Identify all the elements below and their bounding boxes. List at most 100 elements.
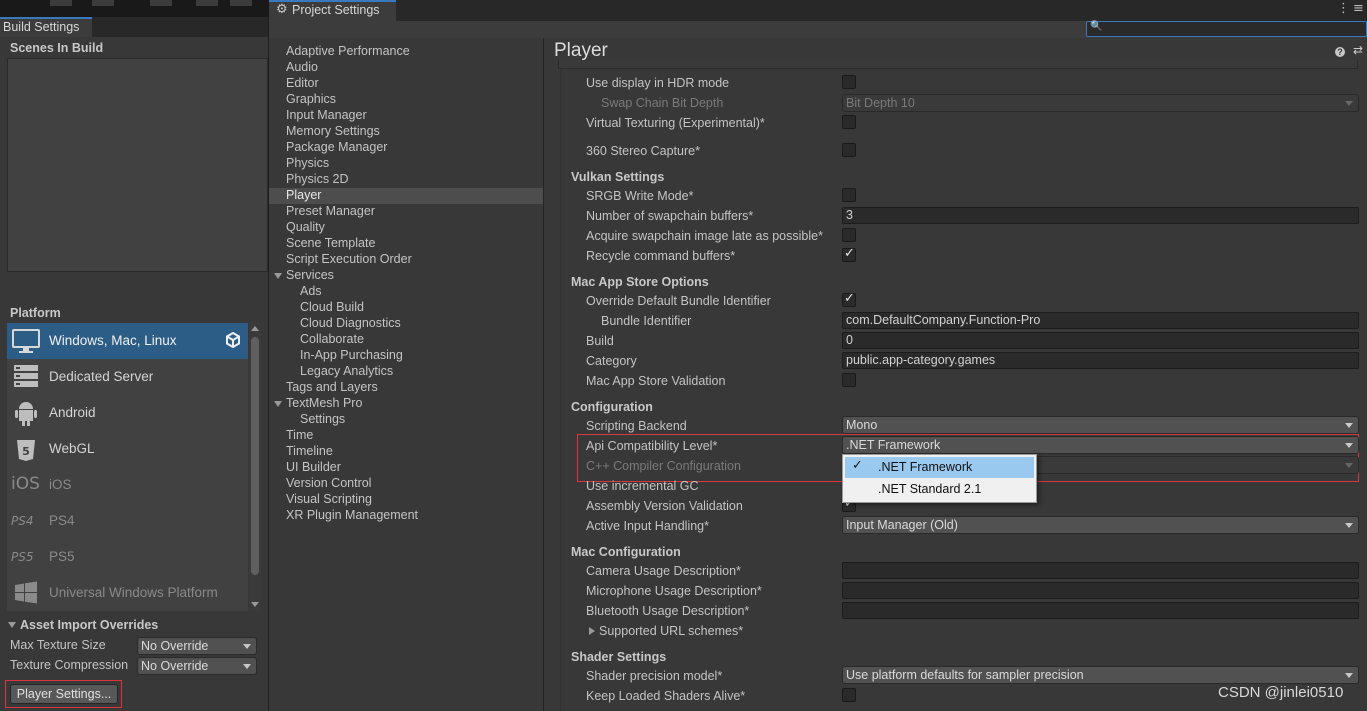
- category-item[interactable]: Services: [286, 268, 334, 282]
- category-item[interactable]: Player: [286, 188, 321, 202]
- incremental-gc-label: Use incremental GC: [586, 479, 699, 493]
- category-item[interactable]: Visual Scripting: [286, 492, 372, 506]
- category-item[interactable]: Settings: [300, 412, 345, 426]
- build-field[interactable]: 0: [842, 332, 1359, 349]
- platform-item-android[interactable]: Android: [7, 395, 248, 431]
- toolbar-button[interactable]: [196, 0, 218, 6]
- window-menu-icon[interactable]: ≡: [1353, 1, 1364, 16]
- category-item[interactable]: Physics 2D: [286, 172, 349, 186]
- category-item[interactable]: XR Plugin Management: [286, 508, 418, 522]
- shader-precision-dropdown[interactable]: Use platform defaults for sampler precis…: [842, 666, 1359, 684]
- store-validation-checkbox[interactable]: [842, 373, 856, 387]
- asset-import-overrides-header[interactable]: Asset Import Overrides: [20, 618, 158, 632]
- scenes-list[interactable]: [7, 58, 268, 272]
- dropdown-value: No Override: [141, 639, 209, 653]
- bt-usage-field[interactable]: [842, 602, 1359, 619]
- svg-text:5: 5: [22, 445, 30, 458]
- category-item[interactable]: Memory Settings: [286, 124, 380, 138]
- srgb-write-checkbox[interactable]: [842, 188, 856, 202]
- foldout-arrow-icon[interactable]: [274, 401, 282, 407]
- toolbar-button[interactable]: [50, 0, 72, 6]
- scroll-content-top-edge: [558, 60, 1358, 69]
- project-settings-tab[interactable]: ⚙ Project Settings: [269, 0, 396, 21]
- platform-label: Universal Windows Platform: [49, 585, 218, 600]
- scrollbar-thumb[interactable]: [251, 337, 259, 575]
- platform-item-ios[interactable]: iOS iOS: [7, 467, 248, 503]
- category-item[interactable]: Editor: [286, 76, 319, 90]
- category-item[interactable]: Collaborate: [300, 332, 364, 346]
- category-item[interactable]: Timeline: [286, 444, 333, 458]
- acquire-late-checkbox[interactable]: [842, 228, 856, 242]
- category-field[interactable]: public.app-category.games: [842, 352, 1359, 369]
- category-item[interactable]: Quality: [286, 220, 325, 234]
- category-item[interactable]: Package Manager: [286, 140, 387, 154]
- category-item[interactable]: Adaptive Performance: [286, 44, 410, 58]
- virtual-texturing-checkbox[interactable]: [842, 115, 856, 129]
- platform-item-ps4[interactable]: PS4 PS4: [7, 503, 248, 539]
- category-item[interactable]: TextMesh Pro: [286, 396, 362, 410]
- foldout-arrow-icon[interactable]: [589, 627, 595, 635]
- platform-scrollbar[interactable]: [249, 323, 261, 611]
- override-bundle-checkbox[interactable]: [842, 291, 856, 307]
- category-item[interactable]: Version Control: [286, 476, 371, 490]
- category-item[interactable]: Time: [286, 428, 313, 442]
- platform-item-dedicated-server[interactable]: Dedicated Server: [7, 359, 248, 395]
- help-icon[interactable]: ?: [1335, 47, 1345, 57]
- bundle-id-field[interactable]: com.DefaultCompany.Function-Pro: [842, 312, 1359, 329]
- swap-chain-dropdown[interactable]: Bit Depth 10: [842, 94, 1359, 112]
- category-item[interactable]: Legacy Analytics: [300, 364, 393, 378]
- max-texture-size-dropdown[interactable]: No Override: [137, 637, 257, 655]
- category-item[interactable]: Tags and Layers: [286, 380, 378, 394]
- build-label: Build: [586, 334, 614, 348]
- camera-usage-label: Camera Usage Description*: [586, 564, 741, 578]
- category-item[interactable]: Ads: [300, 284, 322, 298]
- shader-precision-label: Shader precision model*: [586, 669, 723, 683]
- input-handling-dropdown[interactable]: Input Manager (Old): [842, 516, 1359, 534]
- more-options-icon[interactable]: ⋮: [1337, 1, 1350, 16]
- category-item[interactable]: Graphics: [286, 92, 336, 106]
- popup-option[interactable]: .NET Standard 2.1: [845, 479, 1034, 500]
- toolbar-button[interactable]: [150, 0, 172, 6]
- category-item[interactable]: In-App Purchasing: [300, 348, 403, 362]
- scripting-backend-dropdown[interactable]: Mono: [842, 416, 1359, 434]
- search-input[interactable]: 🔍: [1086, 21, 1367, 37]
- dropdown-value: Mono: [846, 418, 878, 432]
- foldout-arrow-icon[interactable]: [274, 273, 282, 279]
- toolbar-button[interactable]: [92, 0, 114, 6]
- platform-label: WebGL: [49, 441, 95, 456]
- platform-item-webgl[interactable]: 5 WebGL: [7, 431, 248, 467]
- url-schemes-label[interactable]: Supported URL schemes*: [599, 624, 743, 638]
- preset-settings-icon[interactable]: ⇄: [1353, 43, 1363, 57]
- category-item[interactable]: Physics: [286, 156, 329, 170]
- category-item[interactable]: Input Manager: [286, 108, 367, 122]
- override-bundle-label: Override Default Bundle Identifier: [586, 294, 771, 308]
- category-item[interactable]: Scene Template: [286, 236, 375, 250]
- swapchain-buffers-field[interactable]: 3: [842, 207, 1359, 224]
- category-item[interactable]: Cloud Diagnostics: [300, 316, 401, 330]
- platform-item-uwp[interactable]: Universal Windows Platform: [7, 575, 248, 611]
- tab-label: Project Settings: [292, 3, 380, 17]
- category-item[interactable]: Script Execution Order: [286, 252, 412, 266]
- platform-item-windows-mac-linux[interactable]: Windows, Mac, Linux: [7, 323, 248, 359]
- scroll-up-arrow[interactable]: [251, 326, 259, 331]
- recycle-buffers-checkbox[interactable]: [842, 246, 856, 262]
- category-item[interactable]: Audio: [286, 60, 318, 74]
- popup-option[interactable]: ✓ .NET Framework: [845, 457, 1034, 478]
- foldout-arrow-icon[interactable]: [8, 622, 16, 628]
- camera-usage-field[interactable]: [842, 562, 1359, 579]
- unity-logo-icon: [225, 331, 241, 349]
- platform-item-ps5[interactable]: PS5 PS5: [7, 539, 248, 575]
- player-settings-button[interactable]: Player Settings...: [10, 684, 118, 704]
- mic-usage-field[interactable]: [842, 582, 1359, 599]
- api-level-dropdown[interactable]: .NET Framework: [842, 436, 1359, 454]
- category-item[interactable]: Cloud Build: [300, 300, 364, 314]
- stereo-capture-checkbox[interactable]: [842, 143, 856, 157]
- category-item[interactable]: Preset Manager: [286, 204, 375, 218]
- hdr-mode-checkbox[interactable]: [842, 75, 856, 89]
- scroll-down-arrow[interactable]: [251, 602, 259, 607]
- texture-compression-dropdown[interactable]: No Override: [137, 657, 257, 675]
- build-settings-tab[interactable]: Build Settings: [0, 17, 92, 37]
- keep-shaders-checkbox[interactable]: [842, 688, 856, 702]
- category-item[interactable]: UI Builder: [286, 460, 341, 474]
- toolbar-button[interactable]: [230, 0, 252, 6]
